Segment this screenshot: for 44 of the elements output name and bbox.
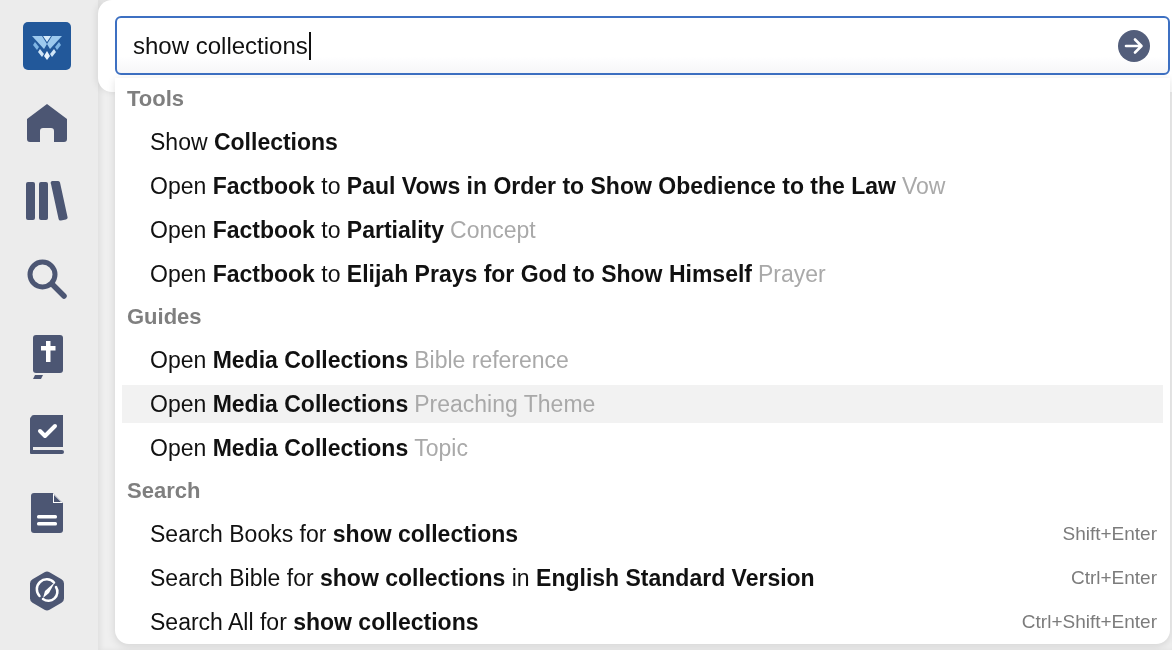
suggestion-item[interactable]: Open Media Collections Preaching Theme [122, 385, 1163, 423]
text-cursor-icon [308, 31, 311, 60]
suggestion-text: Search Bible for show collections in English Standard Version [150, 564, 815, 592]
shortcut-hint: Ctrl+Enter [1070, 567, 1157, 589]
suggestion-text: Show Collections [150, 128, 338, 156]
arrow-right-circle-icon [1118, 29, 1150, 62]
suggestion-item[interactable]: Open Media Collections Bible reference [122, 341, 1163, 379]
suggestion-text: Open Factbook to Elijah Prays for God to Show Himself [150, 260, 752, 288]
submit-button[interactable] [1118, 29, 1150, 62]
suggestion-text: Open Media Collections [150, 434, 409, 462]
logo-icon[interactable] [23, 22, 71, 70]
section-heading: Search [127, 478, 201, 504]
suggestion-item[interactable]: Search All for show collections Ctrl+Shift+Enter [122, 603, 1163, 641]
home-icon[interactable] [27, 104, 67, 142]
document-icon[interactable] [31, 493, 63, 533]
suggestion-item[interactable]: Open Media Collections Topic [122, 429, 1163, 467]
books-icon[interactable] [26, 181, 68, 221]
search-icon[interactable] [27, 259, 67, 299]
category-label: Preaching Theme [414, 390, 596, 418]
suggestion-item[interactable]: Open Factbook to Paul Vows in Order to Show Obedience to the Law Vow [122, 167, 1163, 205]
suggestion-text: Open Factbook to Partiality [150, 216, 444, 244]
suggestion-text: Search All for show collections [150, 608, 479, 636]
suggestion-item[interactable]: Open Factbook to Partiality Concept [122, 211, 1163, 249]
section-heading: Tools [127, 86, 185, 112]
suggestion-text: Open Media Collections [150, 346, 409, 374]
search-field[interactable]: show collections [115, 16, 1170, 75]
category-label: Vow [901, 172, 946, 200]
category-label: Prayer [758, 260, 826, 288]
shortcut-hint: Ctrl+Shift+Enter [1021, 611, 1157, 633]
suggestion-text: Open Media Collections [150, 390, 409, 418]
suggestion-item[interactable]: Open Factbook to Elijah Prays for God to Show Himself Prayer [122, 255, 1163, 293]
suggestion-item[interactable]: Show Collections [122, 123, 1163, 161]
suggestion-text: Open Factbook to Paul Vows in Order to Show Obedience to the Law [150, 172, 896, 200]
section-heading: Guides [127, 304, 202, 330]
compass-icon[interactable] [30, 571, 64, 611]
suggestion-text: Search Books for show collections [150, 520, 519, 548]
category-label: Topic [414, 434, 468, 462]
category-label: Bible reference [414, 346, 569, 374]
suggestion-item[interactable]: Search Bible for show collections in English Standard Version Ctrl+Enter [122, 559, 1163, 597]
category-label: Concept [450, 216, 536, 244]
bible-icon[interactable] [31, 335, 63, 379]
suggestion-item[interactable]: Search Books for show collections Shift+Enter [122, 515, 1163, 553]
checked-book-icon[interactable] [30, 415, 64, 455]
shortcut-hint: Shift+Enter [1062, 523, 1157, 545]
